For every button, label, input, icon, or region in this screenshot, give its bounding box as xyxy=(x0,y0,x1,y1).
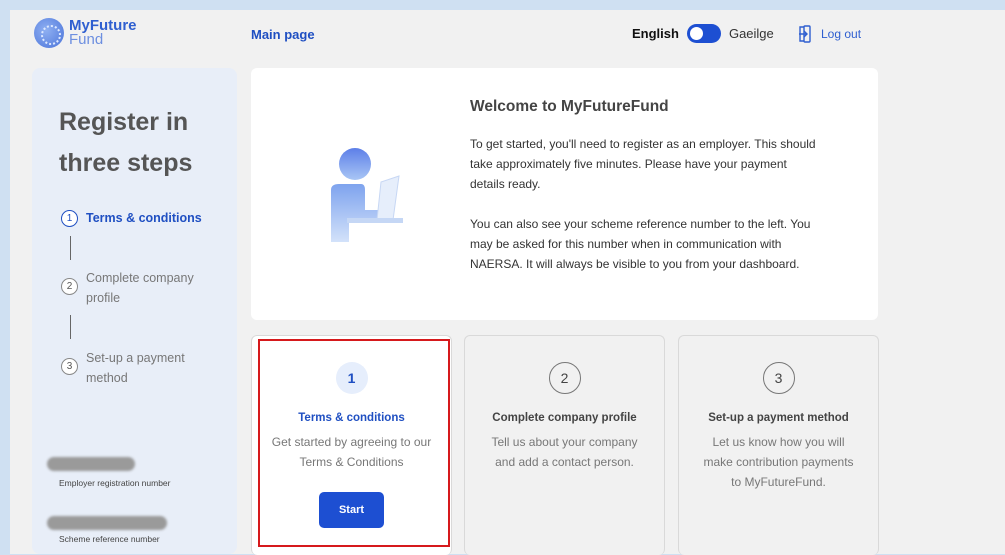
employer-registration-label: Employer registration number xyxy=(59,478,171,488)
logo-text-line2: Fund xyxy=(69,31,104,48)
step-connector xyxy=(70,236,71,260)
logo-globe-icon xyxy=(34,18,64,48)
language-toggle[interactable] xyxy=(686,24,721,43)
card-step-number: 3 xyxy=(762,362,795,394)
step-label: Set-up a payment method xyxy=(86,351,185,385)
welcome-paragraph-2: You can also see your scheme reference n… xyxy=(470,217,811,271)
start-button[interactable]: Start xyxy=(319,492,384,528)
card-description: Tell us about your company and add a con… xyxy=(491,435,638,469)
sidebar-step-company-profile[interactable]: 2 Complete company profile xyxy=(61,268,206,308)
step-card-payment: 3 Set-up a payment method Let us know ho… xyxy=(678,335,879,555)
lang-english[interactable]: English xyxy=(632,26,679,41)
scheme-reference-number-redacted xyxy=(47,516,167,530)
step-connector xyxy=(70,315,71,339)
step-number: 2 xyxy=(61,278,78,295)
card-title: Terms & conditions xyxy=(298,412,405,424)
card-description: Let us know how you will make contributi… xyxy=(703,435,854,489)
logout-icon xyxy=(799,25,811,43)
lang-gaeilge[interactable]: Gaeilge xyxy=(729,26,774,41)
sidebar-step-payment[interactable]: 3 Set-up a payment method xyxy=(61,348,206,388)
card-title: Set-up a payment method xyxy=(708,412,849,424)
sidebar-title: Register in three steps xyxy=(59,108,193,177)
card-description: Get started by agreeing to our Terms & C… xyxy=(271,435,432,469)
person-laptop-illustration xyxy=(331,148,403,242)
app-frame: MyFuture Fund Main page English Gaeilge … xyxy=(10,10,1005,555)
welcome-card: Welcome to MyFutureFund To get started, … xyxy=(251,68,878,320)
welcome-title: Welcome to MyFutureFund xyxy=(470,98,669,115)
sidebar-step-terms[interactable]: 1 Terms & conditions xyxy=(61,208,206,228)
toggle-knob xyxy=(689,27,703,40)
step-card-company-profile: 2 Complete company profile Tell us about… xyxy=(464,335,665,555)
card-title: Complete company profile xyxy=(492,412,637,424)
card-step-number: 1 xyxy=(335,362,368,394)
employer-registration-number-redacted xyxy=(47,457,135,471)
card-step-number: 2 xyxy=(548,362,581,394)
logout-button[interactable]: Log out xyxy=(797,25,861,43)
language-switch: English Gaeilge xyxy=(632,24,774,43)
step-label: Terms & conditions xyxy=(86,211,202,225)
welcome-paragraph-1: To get started, you'll need to register … xyxy=(470,137,816,191)
step-label: Complete company profile xyxy=(86,271,194,305)
logo[interactable]: MyFuture Fund xyxy=(34,18,137,48)
step-number: 3 xyxy=(61,358,78,375)
sidebar: Register in three steps 1 Terms & condit… xyxy=(32,68,237,554)
scheme-reference-label: Scheme reference number xyxy=(59,534,160,544)
step-number: 1 xyxy=(61,210,78,227)
step-card-terms: 1 Terms & conditions Get started by agre… xyxy=(251,335,452,555)
logout-label: Log out xyxy=(821,27,862,41)
main-page-link[interactable]: Main page xyxy=(251,27,315,42)
